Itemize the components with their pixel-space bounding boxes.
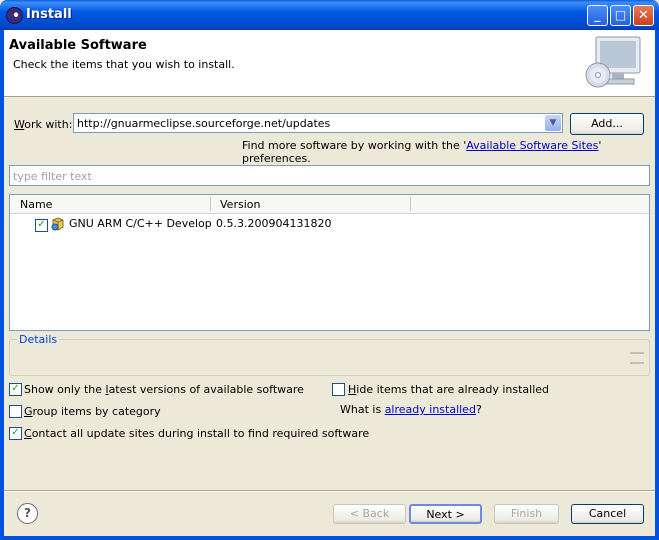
latest-versions-checkbox[interactable]: ✓ (9, 383, 22, 396)
window-frame-right (655, 30, 659, 540)
latest-versions-label[interactable]: Show only the latest versions of availab… (24, 383, 304, 396)
group-by-category-label[interactable]: Group items by category (24, 405, 161, 418)
row-checkbox[interactable]: ✓ (35, 219, 48, 232)
window-frame-left (0, 30, 4, 540)
column-separator[interactable] (210, 197, 211, 211)
back-button[interactable]: < Back (333, 504, 406, 524)
feature-plugin-icon (51, 217, 64, 231)
next-button[interactable]: Next > (409, 504, 482, 524)
column-name[interactable]: Name (20, 198, 52, 211)
row-name: GNU ARM C/C++ Development Support (69, 217, 212, 230)
already-installed-link[interactable]: already installed (385, 403, 476, 416)
column-separator[interactable] (410, 197, 411, 211)
window-frame-bottom (0, 536, 659, 540)
details-group (9, 339, 650, 376)
monitor-cd-icon (585, 36, 641, 88)
wizard-header: Available Software Check the items that … (4, 30, 655, 97)
close-button[interactable]: ✕ (633, 5, 654, 26)
page-title: Available Software (9, 38, 147, 53)
button-bar-separator (4, 490, 655, 492)
available-software-sites-link[interactable]: Available Software Sites (466, 139, 598, 152)
details-resize-grip[interactable] (630, 352, 644, 364)
work-with-value: http://gnuarmeclipse.sourceforge.net/upd… (77, 117, 331, 130)
maximize-button[interactable]: □ (610, 5, 631, 26)
find-more-text: Find more software by working with the '… (242, 139, 602, 165)
what-is-installed-text: What is already installed? (340, 403, 482, 416)
table-header: Name Version (10, 195, 649, 214)
contact-update-sites-label[interactable]: Contact all update sites during install … (24, 427, 369, 440)
group-by-category-checkbox[interactable] (9, 405, 22, 418)
minimize-button[interactable]: _ (587, 5, 608, 26)
row-version: 0.5.3.200904131820 (216, 217, 332, 230)
add-button[interactable]: Add... (570, 113, 644, 135)
eclipse-icon (6, 7, 23, 24)
column-version[interactable]: Version (220, 198, 260, 211)
chevron-down-icon[interactable]: ▼ (545, 115, 561, 131)
hide-installed-checkbox[interactable] (332, 383, 345, 396)
work-with-label: Work with: (14, 118, 73, 131)
page-description: Check the items that you wish to install… (13, 58, 235, 71)
contact-update-sites-checkbox[interactable]: ✓ (9, 427, 22, 440)
software-table[interactable]: Name Version ✓ GNU ARM C/C++ Development… (9, 194, 650, 331)
details-label: Details (17, 333, 60, 346)
title-bar[interactable] (0, 0, 659, 30)
filter-input[interactable]: type filter text (9, 165, 650, 186)
hide-installed-label[interactable]: Hide items that are already installed (348, 383, 549, 396)
window-title: Install (26, 7, 72, 22)
work-with-combo[interactable]: http://gnuarmeclipse.sourceforge.net/upd… (73, 113, 563, 133)
help-icon[interactable]: ? (17, 503, 38, 524)
cancel-button[interactable]: Cancel (571, 504, 644, 524)
finish-button[interactable]: Finish (494, 504, 559, 524)
